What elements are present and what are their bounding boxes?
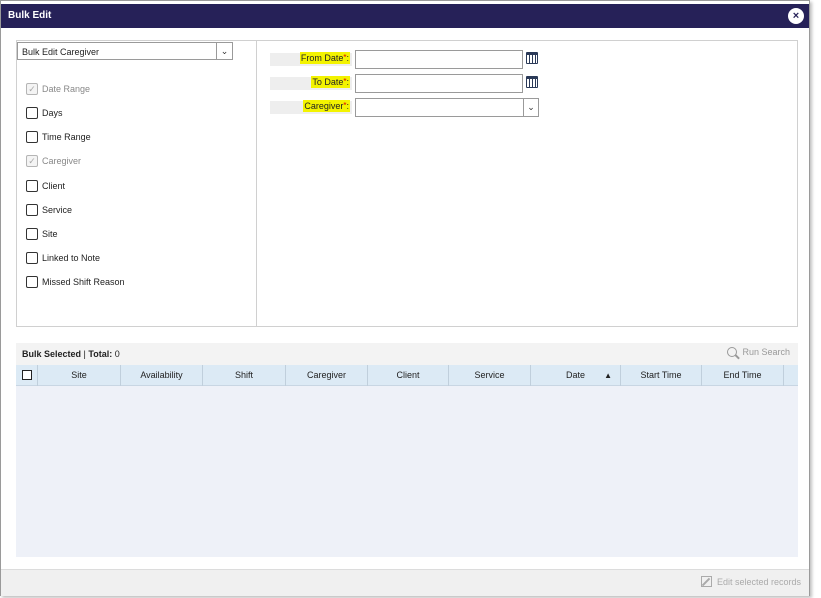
edit-options-pane: Bulk Edit Caregiver ⌄ ✓ Date Range Days …: [17, 41, 257, 326]
column-filler: [783, 365, 798, 386]
column-caregiver[interactable]: Caregiver: [285, 365, 367, 386]
option-label: Time Range: [42, 132, 91, 142]
sort-ascending-icon: ▲: [604, 371, 612, 380]
missed-shift-reason-checkbox[interactable]: [26, 276, 38, 288]
column-end-time[interactable]: End Time: [701, 365, 783, 386]
column-client[interactable]: Client: [367, 365, 448, 386]
option-label: Days: [42, 108, 63, 118]
from-date-label: From Date*:: [270, 52, 352, 66]
close-icon[interactable]: ×: [788, 8, 804, 24]
dialog-titlebar: Bulk Edit ×: [1, 4, 809, 28]
option-label: Client: [42, 181, 66, 191]
chevron-down-icon[interactable]: ⌄: [216, 43, 232, 59]
edit-type-select[interactable]: Bulk Edit Caregiver ⌄: [17, 42, 233, 60]
caregiver-checkbox: ✓: [26, 155, 38, 167]
edit-type-select-value: Bulk Edit Caregiver: [22, 47, 100, 57]
to-date-label: To Date*:: [270, 76, 352, 90]
calendar-icon[interactable]: [526, 52, 538, 64]
bulk-selected-label: Bulk Selected: [22, 349, 82, 359]
bulk-selected-summary: Bulk Selected | Total: 0: [22, 349, 120, 359]
run-search-button[interactable]: Run Search: [727, 347, 790, 357]
site-checkbox[interactable]: [26, 228, 38, 240]
run-search-label: Run Search: [742, 347, 790, 357]
edit-icon: [700, 576, 712, 587]
dialog-footer: Edit selected records: [1, 569, 809, 596]
calendar-icon[interactable]: [526, 76, 538, 88]
option-label: Missed Shift Reason: [42, 277, 125, 287]
filter-panel: Bulk Edit Caregiver ⌄ ✓ Date Range Days …: [16, 40, 798, 327]
days-checkbox[interactable]: [26, 107, 38, 119]
grid-column-header: Site Availability Shift Caregiver Client…: [16, 365, 798, 386]
linked-to-note-checkbox[interactable]: [26, 252, 38, 264]
option-label: Service: [42, 205, 73, 215]
results-grid: Bulk Selected | Total: 0 Run Search Site…: [16, 343, 798, 557]
grid-toolbar: Bulk Selected | Total: 0 Run Search: [16, 343, 798, 365]
column-date-label: Date: [565, 370, 585, 380]
service-checkbox[interactable]: [26, 204, 38, 216]
column-date[interactable]: Date ▲: [530, 365, 620, 386]
bulk-edit-dialog: Bulk Edit × Bulk Edit Caregiver ⌄ ✓ Date…: [0, 0, 810, 596]
from-date-input[interactable]: [355, 50, 523, 69]
criteria-form: From Date*: To Date*: Caregiver*: ⌄: [258, 41, 798, 326]
to-date-input[interactable]: [355, 74, 523, 93]
client-checkbox[interactable]: [26, 180, 38, 192]
column-availability[interactable]: Availability: [120, 365, 202, 386]
option-label: Date Range: [42, 84, 91, 94]
separator: |: [83, 349, 86, 359]
search-icon: [727, 347, 738, 357]
edit-selected-records-button[interactable]: Edit selected records: [700, 576, 801, 587]
caregiver-select[interactable]: ⌄: [355, 98, 539, 117]
option-label: Site: [42, 229, 58, 239]
column-site[interactable]: Site: [37, 365, 120, 386]
total-value: 0: [114, 349, 120, 359]
date-range-checkbox: ✓: [26, 83, 38, 95]
edit-selected-label: Edit selected records: [716, 577, 801, 587]
total-label: Total:: [88, 349, 113, 359]
select-all-column: [16, 365, 37, 386]
column-shift[interactable]: Shift: [202, 365, 285, 386]
column-start-time[interactable]: Start Time: [620, 365, 701, 386]
column-service[interactable]: Service: [448, 365, 530, 386]
caregiver-label: Caregiver*:: [270, 100, 352, 114]
option-label: Caregiver: [42, 156, 82, 166]
dialog-title: Bulk Edit: [8, 10, 52, 21]
time-range-checkbox[interactable]: [26, 131, 38, 143]
option-label: Linked to Note: [42, 253, 101, 263]
select-all-checkbox[interactable]: [22, 370, 32, 380]
chevron-down-icon[interactable]: ⌄: [523, 99, 538, 116]
